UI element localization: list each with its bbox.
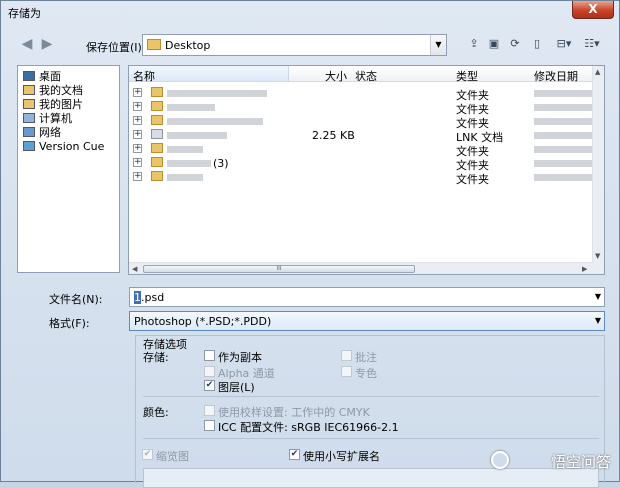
column-modified[interactable]: 修改日期 xyxy=(534,68,578,84)
place-documents[interactable]: 我的文档 xyxy=(23,84,83,98)
use-proof-checkbox[interactable] xyxy=(204,405,215,416)
vertical-scrollbar[interactable]: ▲ ▼ xyxy=(592,66,604,274)
filename-input[interactable]: 1.psd ▼ xyxy=(129,287,605,307)
filename-label: 文件名(N): xyxy=(49,293,103,306)
place-network[interactable]: 网络 xyxy=(23,126,61,140)
scroll-down-icon[interactable]: ▼ xyxy=(595,252,600,260)
format-label: 格式(F): xyxy=(49,317,90,330)
chevron-down-icon[interactable]: ▼ xyxy=(430,35,446,55)
computer-icon xyxy=(23,113,35,123)
thumbnail-label: 缩览图 xyxy=(156,450,189,463)
forward-icon[interactable]: ▶ xyxy=(39,36,55,52)
shortcut-icon xyxy=(151,129,163,139)
chevron-down-icon[interactable]: ▼ xyxy=(595,292,601,301)
annotations-label: 批注 xyxy=(355,351,377,364)
expand-icon[interactable]: + xyxy=(133,88,142,97)
annotations-checkbox[interactable] xyxy=(341,350,352,361)
filename-selected: 1 xyxy=(134,291,141,304)
divider xyxy=(143,396,599,397)
divider xyxy=(143,438,599,439)
store-label: 存储: xyxy=(143,351,169,364)
lowercase-ext-checkbox[interactable] xyxy=(289,449,300,460)
desktop-icon xyxy=(23,71,35,81)
column-header: 名称 大小 状态 类型 修改日期 xyxy=(129,66,594,84)
scroll-up-icon[interactable]: ▲ xyxy=(595,68,600,76)
network-drive-icon[interactable]: ⊟▾ xyxy=(553,37,575,51)
save-as-dialog: 存储为 X ◀ ▶ 保存位置(I): Desktop ▼ ⇪ ▣ ⟳ ▯ ⊟▾ … xyxy=(0,0,620,488)
delete-icon[interactable]: ▯ xyxy=(529,37,545,51)
refresh-icon[interactable]: ⟳ xyxy=(507,37,523,51)
format-dropdown[interactable]: Photoshop (*.PSD;*.PDD) ▼ xyxy=(129,311,605,331)
expand-icon[interactable]: + xyxy=(133,116,142,125)
as-copy-checkbox[interactable] xyxy=(204,350,215,361)
view-menu-icon[interactable]: ☷▾ xyxy=(581,37,603,51)
icc-profile-label: ICC 配置文件: sRGB IEC61966-2.1 xyxy=(218,421,399,434)
location-value: Desktop xyxy=(165,39,211,52)
column-size[interactable]: 大小 xyxy=(325,68,347,84)
version-cue-icon xyxy=(23,141,35,151)
list-item[interactable]: + 文件夹 xyxy=(129,142,594,158)
as-copy-label: 作为副本 xyxy=(218,351,262,364)
back-icon[interactable]: ◀ xyxy=(19,36,35,52)
column-name[interactable]: 名称 xyxy=(133,68,155,84)
folder-icon xyxy=(147,39,161,50)
place-computer[interactable]: 计算机 xyxy=(23,112,72,126)
scroll-left-icon[interactable]: ◀ xyxy=(132,265,137,273)
spot-color-checkbox[interactable] xyxy=(341,366,352,377)
list-item[interactable]: + 2.25 KB LNK 文档 xyxy=(129,128,594,144)
watermark-text: 悟空问答 xyxy=(550,453,611,471)
location-label: 保存位置(I): xyxy=(86,41,146,54)
filename-rest: .psd xyxy=(141,291,165,304)
title-bar: 存储为 X xyxy=(1,1,619,23)
chevron-down-icon[interactable]: ▼ xyxy=(595,316,601,325)
expand-icon[interactable]: + xyxy=(133,172,142,181)
bottom-panel xyxy=(143,468,599,488)
expand-icon[interactable]: + xyxy=(133,102,142,111)
column-status[interactable]: 状态 xyxy=(355,68,377,84)
scroll-thumb[interactable]: III xyxy=(143,265,415,273)
folder-icon xyxy=(151,101,163,111)
format-value: Photoshop (*.PSD;*.PDD) xyxy=(134,315,272,328)
folder-icon xyxy=(151,171,163,181)
folder-icon xyxy=(151,115,163,125)
folder-icon xyxy=(151,157,163,167)
use-proof-label: 使用校样设置: 工作中的 CMYK xyxy=(218,406,370,419)
expand-icon[interactable]: + xyxy=(133,158,142,167)
pictures-icon xyxy=(23,99,35,109)
scroll-right-icon[interactable]: ▶ xyxy=(582,265,587,273)
list-item[interactable]: + (3) 文件夹 xyxy=(129,156,594,172)
place-pictures[interactable]: 我的图片 xyxy=(23,98,83,112)
expand-icon[interactable]: + xyxy=(133,130,142,139)
watermark-logo-icon xyxy=(491,451,509,469)
alpha-checkbox[interactable] xyxy=(204,366,215,377)
expand-icon[interactable]: + xyxy=(133,144,142,153)
horizontal-scrollbar[interactable]: ◀ III ▶ xyxy=(129,262,594,274)
icc-profile-checkbox[interactable] xyxy=(204,420,215,431)
place-desktop[interactable]: 桌面 xyxy=(23,70,61,84)
layers-label: 图层(L) xyxy=(218,381,255,394)
places-bar: 桌面 我的文档 我的图片 计算机 网络 Version Cue xyxy=(17,65,120,273)
toolbar: ◀ ▶ 保存位置(I): Desktop ▼ ⇪ ▣ ⟳ ▯ ⊟▾ ☷▾ xyxy=(1,27,619,61)
column-type[interactable]: 类型 xyxy=(456,68,478,84)
layers-checkbox[interactable] xyxy=(204,380,215,391)
lowercase-ext-label: 使用小写扩展名 xyxy=(303,450,380,463)
list-item[interactable]: + 文件夹 xyxy=(129,170,594,186)
new-folder-icon[interactable]: ▣ xyxy=(486,37,502,51)
folder-icon xyxy=(151,143,163,153)
location-dropdown[interactable]: Desktop ▼ xyxy=(142,34,447,56)
list-item[interactable]: + 文件夹 xyxy=(129,114,594,130)
documents-icon xyxy=(23,85,35,95)
window-title: 存储为 xyxy=(8,7,41,20)
folder-icon xyxy=(151,87,163,97)
list-item[interactable]: + 文件夹 xyxy=(129,86,594,102)
thumbnail-checkbox[interactable] xyxy=(142,449,153,460)
place-version-cue[interactable]: Version Cue xyxy=(23,140,104,154)
up-folder-icon[interactable]: ⇪ xyxy=(466,37,482,51)
close-button[interactable]: X xyxy=(572,1,614,19)
color-label: 颜色: xyxy=(143,406,169,419)
list-item[interactable]: + 文件夹 xyxy=(129,100,594,116)
file-list[interactable]: 名称 大小 状态 类型 修改日期 + 文件夹 + 文件夹 + 文件夹 + 2.2… xyxy=(128,65,605,275)
spot-color-label: 专色 xyxy=(355,367,377,380)
network-icon xyxy=(23,127,35,137)
